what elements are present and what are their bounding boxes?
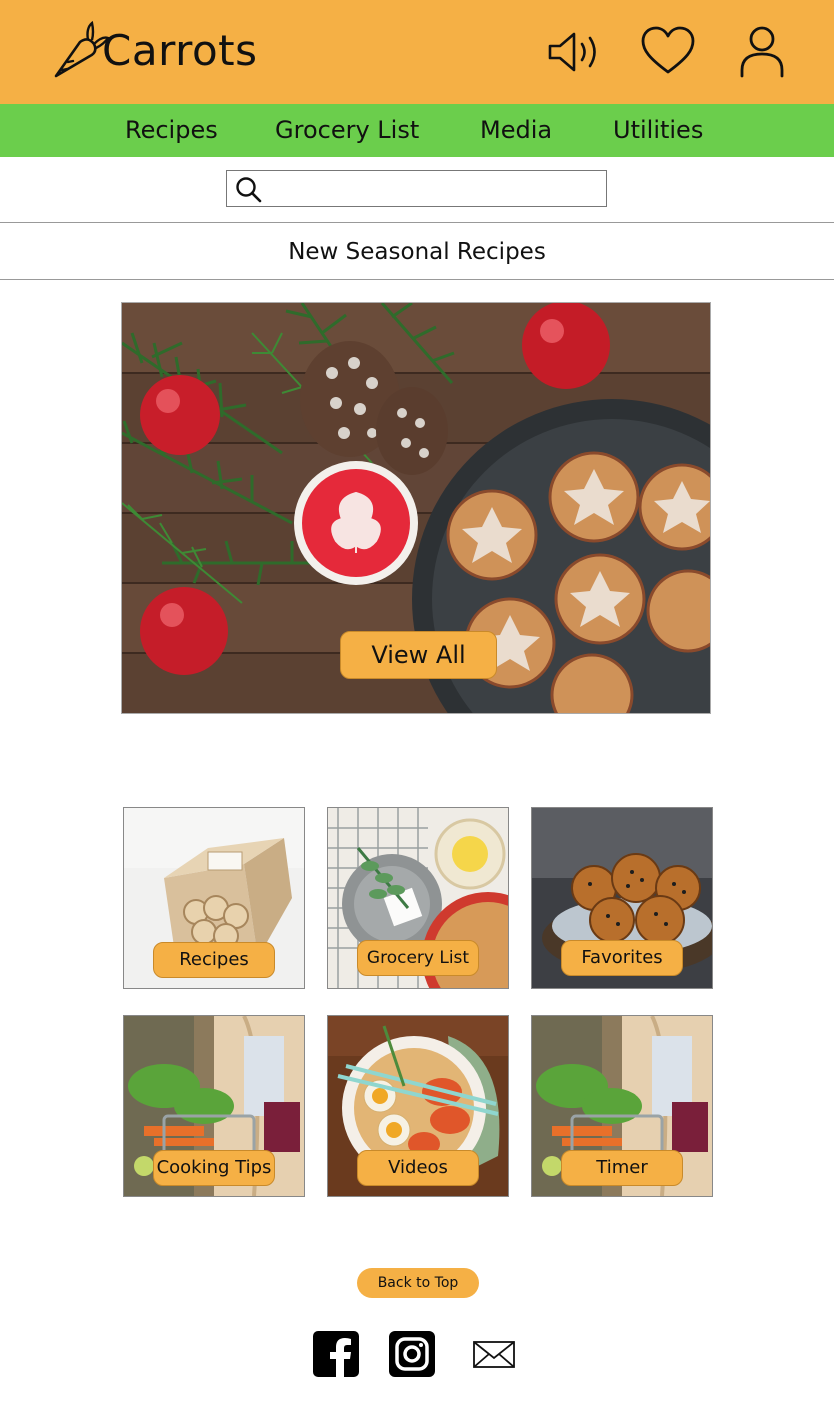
- nav-item-recipes[interactable]: Recipes: [125, 104, 218, 157]
- logo[interactable]: Carrots: [50, 20, 257, 80]
- nav-item-utilities[interactable]: Utilities: [613, 104, 703, 157]
- tile-videos[interactable]: Videos: [327, 1015, 509, 1197]
- hero-banner[interactable]: View All: [121, 302, 711, 714]
- section-title: New Seasonal Recipes: [0, 224, 834, 280]
- carrot-icon: [54, 20, 110, 78]
- tile-videos-label[interactable]: Videos: [357, 1150, 479, 1186]
- tile-grocery-list-label[interactable]: Grocery List: [357, 940, 479, 976]
- search-bar: [0, 157, 834, 223]
- view-all-button[interactable]: View All: [340, 631, 497, 679]
- tile-timer[interactable]: Timer: [531, 1015, 713, 1197]
- user-icon[interactable]: [733, 24, 791, 80]
- facebook-icon[interactable]: [313, 1331, 359, 1377]
- speaker-icon[interactable]: [546, 24, 604, 80]
- heart-icon[interactable]: [639, 24, 697, 80]
- nav-item-grocery-list[interactable]: Grocery List: [275, 104, 419, 157]
- tile-timer-label[interactable]: Timer: [561, 1150, 683, 1186]
- search-icon[interactable]: [235, 176, 262, 203]
- search-input[interactable]: [269, 173, 599, 204]
- mail-icon[interactable]: [471, 1331, 517, 1377]
- search-box: [226, 170, 607, 207]
- tile-grocery-list[interactable]: Grocery List: [327, 807, 509, 989]
- tile-favorites[interactable]: Favorites: [531, 807, 713, 989]
- nav-item-media[interactable]: Media: [480, 104, 552, 157]
- tile-recipes-label[interactable]: Recipes: [153, 942, 275, 978]
- app-name: Carrots: [102, 25, 258, 75]
- back-to-top-button[interactable]: Back to Top: [357, 1268, 479, 1298]
- tile-favorites-label[interactable]: Favorites: [561, 940, 683, 976]
- site-header: Carrots: [0, 0, 834, 104]
- tile-recipes[interactable]: Recipes: [123, 807, 305, 989]
- instagram-icon[interactable]: [389, 1331, 435, 1377]
- tile-cooking-tips-label[interactable]: Cooking Tips: [153, 1150, 275, 1186]
- tile-cooking-tips[interactable]: Cooking Tips: [123, 1015, 305, 1197]
- main-nav: Recipes Grocery List Media Utilities: [0, 104, 834, 157]
